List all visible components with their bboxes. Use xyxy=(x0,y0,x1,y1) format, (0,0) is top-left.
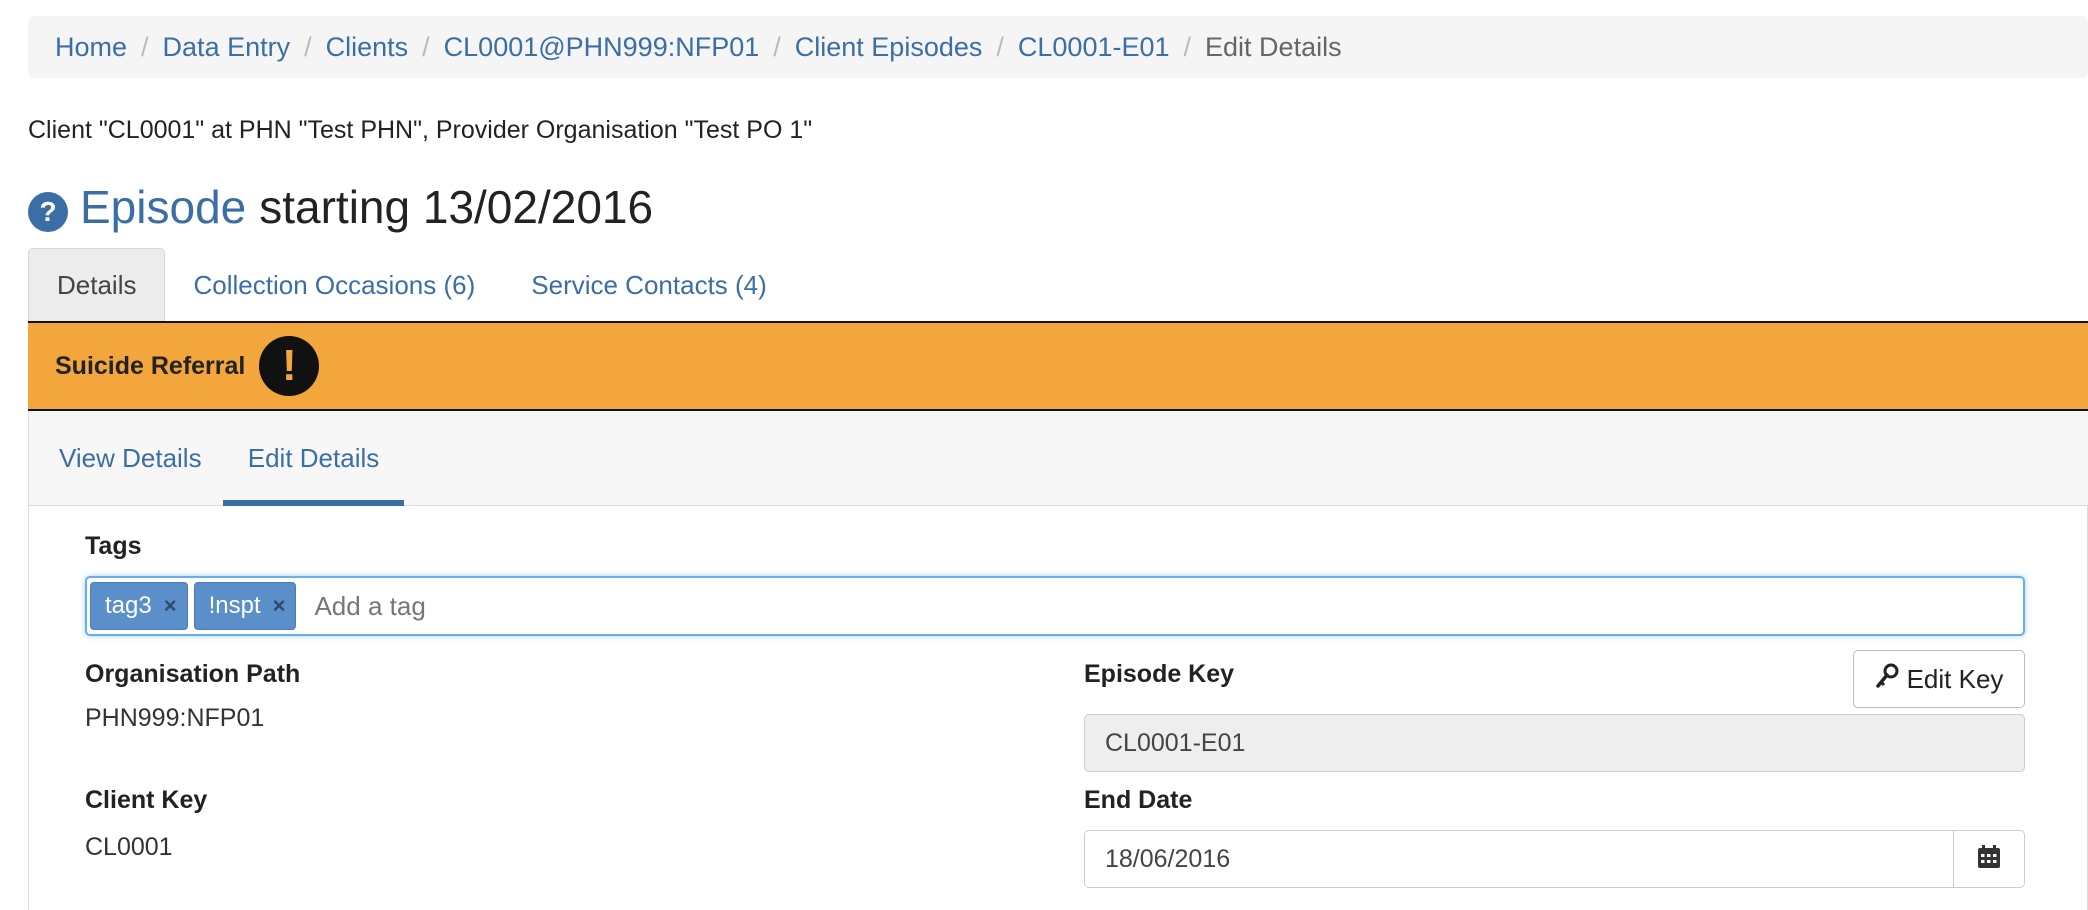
calendar-button[interactable] xyxy=(1953,830,2025,888)
tag-remove-icon[interactable]: × xyxy=(164,593,177,619)
tab-edit-details[interactable]: Edit Details xyxy=(223,411,404,506)
breadcrumb-home[interactable]: Home xyxy=(55,32,127,63)
breadcrumb-separator: / xyxy=(422,31,430,62)
tag-label: tag3 xyxy=(105,592,152,619)
tag-chip: tag3 × xyxy=(90,582,188,630)
client-context: Client "CL0001" at PHN "Test PHN", Provi… xyxy=(28,116,813,144)
help-icon[interactable]: ? xyxy=(28,192,68,232)
breadcrumb-current: Edit Details xyxy=(1205,31,1342,62)
calendar-icon xyxy=(1976,844,2002,875)
tags-input-box[interactable]: tag3 × !nspt × xyxy=(85,576,2025,636)
tags-label: Tags xyxy=(85,532,142,560)
tag-label: !nspt xyxy=(208,592,261,619)
tab-collection-occasions[interactable]: Collection Occasions (6) xyxy=(165,248,503,322)
sub-tabs: View Details Edit Details xyxy=(28,411,2088,506)
episode-edit-form: Tags tag3 × !nspt × Organisation Path PH… xyxy=(28,506,2088,910)
end-date-field[interactable]: 18/06/2016 xyxy=(1084,830,1954,888)
breadcrumb-client-episodes[interactable]: Client Episodes xyxy=(795,32,983,63)
main-tabs: Details Collection Occasions (6) Service… xyxy=(28,248,795,322)
tab-view-details[interactable]: View Details xyxy=(59,411,202,506)
tab-service-contacts[interactable]: Service Contacts (4) xyxy=(503,248,795,322)
breadcrumb-separator: / xyxy=(773,31,781,62)
add-tag-input[interactable] xyxy=(312,589,913,623)
edit-key-button[interactable]: Edit Key xyxy=(1853,650,2025,708)
client-key-label: Client Key xyxy=(85,786,208,814)
episode-title-text: starting 13/02/2016 xyxy=(259,181,654,233)
tab-details[interactable]: Details xyxy=(28,248,166,322)
page: Home / Data Entry / Clients / CL0001@PHN… xyxy=(0,0,2088,910)
tag-remove-icon[interactable]: × xyxy=(273,593,286,619)
alert-label: Suicide Referral xyxy=(55,351,246,380)
tag-chip: !nspt × xyxy=(193,582,297,630)
organisation-path-value: PHN999:NFP01 xyxy=(85,704,265,732)
breadcrumb-episode[interactable]: CL0001-E01 xyxy=(1018,32,1170,63)
episode-key-label: Episode Key xyxy=(1084,660,1235,688)
breadcrumb-client[interactable]: CL0001@PHN999:NFP01 xyxy=(444,32,760,63)
episode-title-link[interactable]: Episode xyxy=(80,180,246,234)
breadcrumb-separator: / xyxy=(141,31,149,62)
end-date-label: End Date xyxy=(1084,786,1193,814)
breadcrumb-separator: / xyxy=(1183,31,1192,62)
breadcrumb-data-entry[interactable]: Data Entry xyxy=(163,32,291,63)
breadcrumb: Home / Data Entry / Clients / CL0001@PHN… xyxy=(28,16,2088,78)
page-title: ? Episode starting 13/02/2016 xyxy=(28,180,653,234)
organisation-path-label: Organisation Path xyxy=(85,660,301,688)
breadcrumb-clients[interactable]: Clients xyxy=(326,32,409,63)
episode-key-field: CL0001-E01 xyxy=(1084,714,2025,772)
breadcrumb-separator: / xyxy=(304,31,312,62)
edit-key-label: Edit Key xyxy=(1906,663,2004,694)
breadcrumb-separator: / xyxy=(996,31,1004,62)
exclamation-icon: ! xyxy=(259,336,320,396)
suicide-referral-alert: Suicide Referral ! xyxy=(28,323,2088,411)
key-icon xyxy=(1875,663,1899,696)
client-key-value: CL0001 xyxy=(85,833,173,861)
